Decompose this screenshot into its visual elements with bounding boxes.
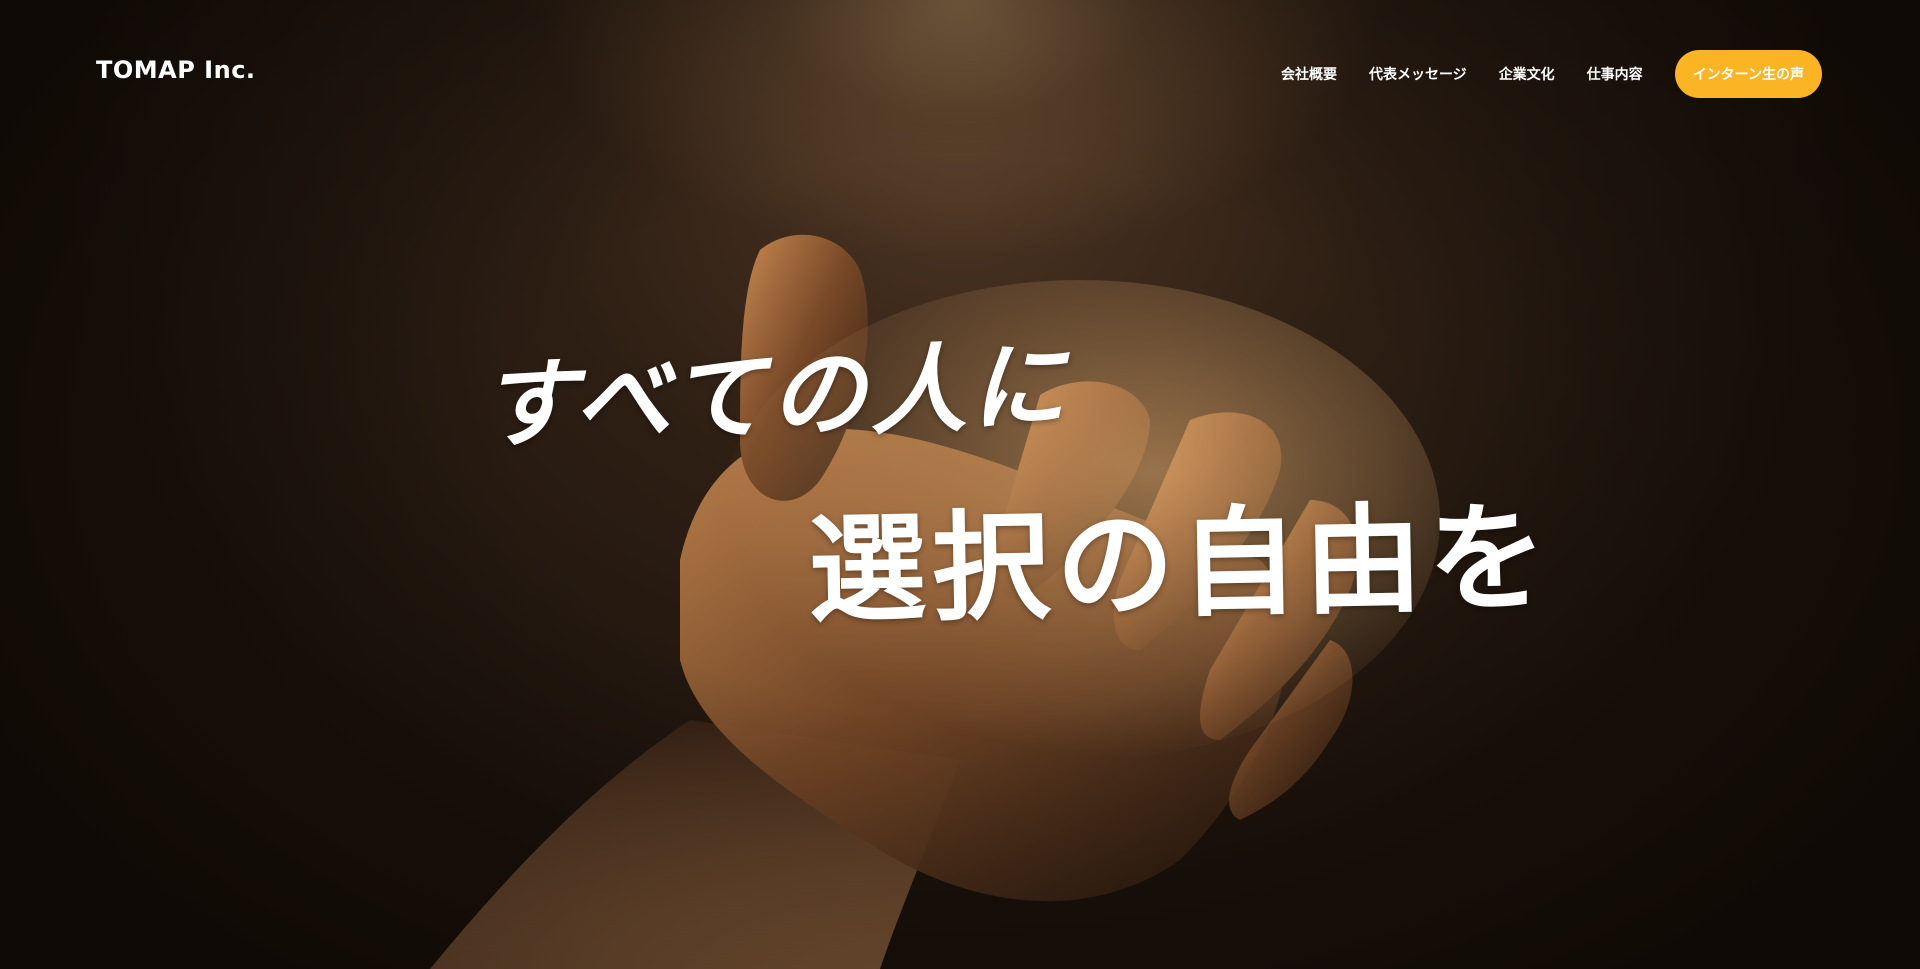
- site-header: TOMAP Inc. 会社概要 代表メッセージ 企業文化 仕事内容 インターン生…: [0, 0, 1920, 145]
- company-logo[interactable]: TOMAP Inc.: [96, 56, 256, 84]
- nav-item-company-culture[interactable]: 企業文化: [1499, 64, 1555, 84]
- main-nav: 会社概要 代表メッセージ 企業文化 仕事内容 インターン生の声: [1281, 50, 1822, 98]
- nav-item-ceo-message[interactable]: 代表メッセージ: [1369, 64, 1467, 84]
- nav-item-company-overview[interactable]: 会社概要: [1281, 64, 1337, 84]
- nav-item-job-description[interactable]: 仕事内容: [1587, 64, 1643, 84]
- hero-section: TOMAP Inc. 会社概要 代表メッセージ 企業文化 仕事内容 インターン生…: [0, 0, 1920, 969]
- vignette-overlay: [0, 0, 1920, 969]
- intern-voices-button[interactable]: インターン生の声: [1674, 50, 1822, 98]
